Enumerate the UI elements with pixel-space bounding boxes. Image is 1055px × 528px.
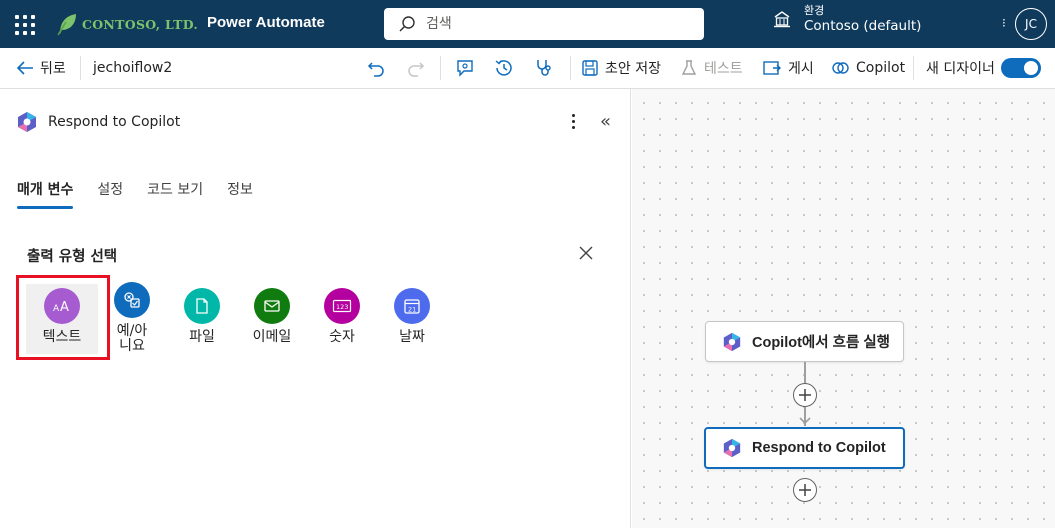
arrow-down-icon [799,417,811,425]
brand-name: CONTOSO, LTD. [82,16,199,32]
text-icon: A A [44,288,80,324]
save-icon [582,60,598,76]
version-history-button[interactable] [494,48,514,88]
product-name[interactable]: Power Automate [207,14,325,31]
flow-canvas[interactable]: Copilot에서 흐름 실행 Respond to Copilot [632,89,1055,528]
divider [440,56,441,80]
test-label: 테스트 [704,61,743,77]
output-type-date[interactable]: 21 날짜 [377,288,447,345]
yes-no-icon [114,282,150,318]
copilot-logo-icon [723,438,741,458]
svg-text:123: 123 [336,303,348,311]
number-icon: 123 [324,288,360,324]
app-launcher-icon[interactable] [12,12,36,36]
node-label: Copilot에서 흐름 실행 [752,335,891,351]
svg-text:A: A [53,304,60,314]
copilot-label: Copilot [856,60,906,76]
back-label: 뒤로 [40,61,66,77]
output-type-label: 숫자 [329,329,355,345]
output-type-text[interactable]: A A 텍스트 [27,288,97,345]
output-type-number[interactable]: 123 숫자 [307,288,377,345]
publish-icon [763,61,781,75]
divider [570,56,571,80]
output-type-yes-no[interactable]: 예/아니요 [97,282,167,355]
arrow-left-icon [16,61,33,75]
output-type-file[interactable]: 파일 [167,288,237,345]
date-icon: 21 [394,288,430,324]
panel-title: Respond to Copilot [48,114,181,130]
app-header: CONTOSO, LTD. Power Automate 환경 Contoso … [0,0,1055,48]
redo-button[interactable] [407,48,425,88]
chat-feedback-icon [457,60,473,77]
collapse-panel-icon[interactable]: « [600,111,611,132]
stethoscope-icon [537,60,551,76]
svg-text:21: 21 [408,306,416,314]
user-avatar[interactable]: JC [1015,8,1047,40]
leaf-icon [57,14,76,36]
flow-health-button[interactable] [534,48,554,88]
add-step-button[interactable] [793,478,817,502]
publish-label: 게시 [788,61,814,77]
tab-settings[interactable]: 설정 [97,179,123,209]
undo-button[interactable] [367,48,385,88]
node-label: Respond to Copilot [752,440,886,456]
divider [80,56,81,80]
copilot-button[interactable]: Copilot [830,48,905,88]
flow-checker-button[interactable] [455,48,475,88]
divider [913,56,914,80]
brand-logo: CONTOSO, LTD. [56,12,198,36]
svg-text:A: A [60,300,69,314]
new-designer-label: 새 디자이너 [926,61,995,77]
flow-name[interactable]: jechoiflow2 [93,48,172,88]
output-type-label: 텍스트 [42,329,82,345]
more-options-icon[interactable] [566,111,580,131]
output-type-title: 출력 유형 선택 [27,249,118,265]
flask-icon [681,60,697,75]
output-type-label: 이메일 [252,329,292,345]
back-button[interactable]: 뒤로 [16,48,66,88]
save-draft-button[interactable]: 초안 저장 [581,48,661,88]
search-box[interactable] [384,8,704,40]
copilot-logo-icon [18,112,36,132]
tab-about[interactable]: 정보 [227,179,253,209]
output-type-label: 예/아니요 [116,323,148,355]
copilot-icon [832,62,849,74]
publish-button[interactable]: 게시 [762,48,814,88]
output-type-label: 파일 [189,329,215,345]
action-config-panel: Respond to Copilot « 매개 변수 설정 코드 보기 정보 출… [0,89,631,528]
flow-node-trigger[interactable]: Copilot에서 흐름 실행 [705,321,904,362]
tab-code-view[interactable]: 코드 보기 [147,179,203,209]
header-more-icon[interactable]: ⁝ [1002,16,1006,30]
copilot-logo-icon [723,332,741,351]
flow-node-respond[interactable]: Respond to Copilot [704,427,905,469]
close-icon[interactable] [578,245,594,261]
panel-header: Respond to Copilot [16,111,180,133]
environment-picker[interactable]: 환경 Contoso (default) [772,4,921,35]
panel-tabs: 매개 변수 설정 코드 보기 정보 [17,179,277,209]
undo-icon [367,62,384,77]
email-icon [254,288,290,324]
history-icon [495,60,512,76]
environment-label: 환경 [804,4,825,17]
plus-icon [799,389,811,401]
new-designer-toggle[interactable]: 새 디자이너 [926,48,1041,88]
file-icon [184,288,220,324]
save-draft-label: 초안 저장 [605,61,661,77]
toggle-switch[interactable] [1000,58,1041,78]
add-step-button[interactable] [793,383,817,407]
plus-icon [799,484,811,496]
search-icon [399,16,415,32]
output-type-email[interactable]: 이메일 [237,288,307,345]
redo-icon [408,62,425,77]
test-button[interactable]: 테스트 [680,48,743,88]
search-input[interactable] [426,16,696,32]
output-type-label: 날짜 [399,329,425,345]
command-bar: 뒤로 jechoiflow2 초안 저장 테스트 게시 Copilot 새 디자… [0,48,1055,89]
environment-icon [774,11,790,28]
environment-name: Contoso (default) [804,17,922,34]
tab-parameters[interactable]: 매개 변수 [17,179,74,209]
